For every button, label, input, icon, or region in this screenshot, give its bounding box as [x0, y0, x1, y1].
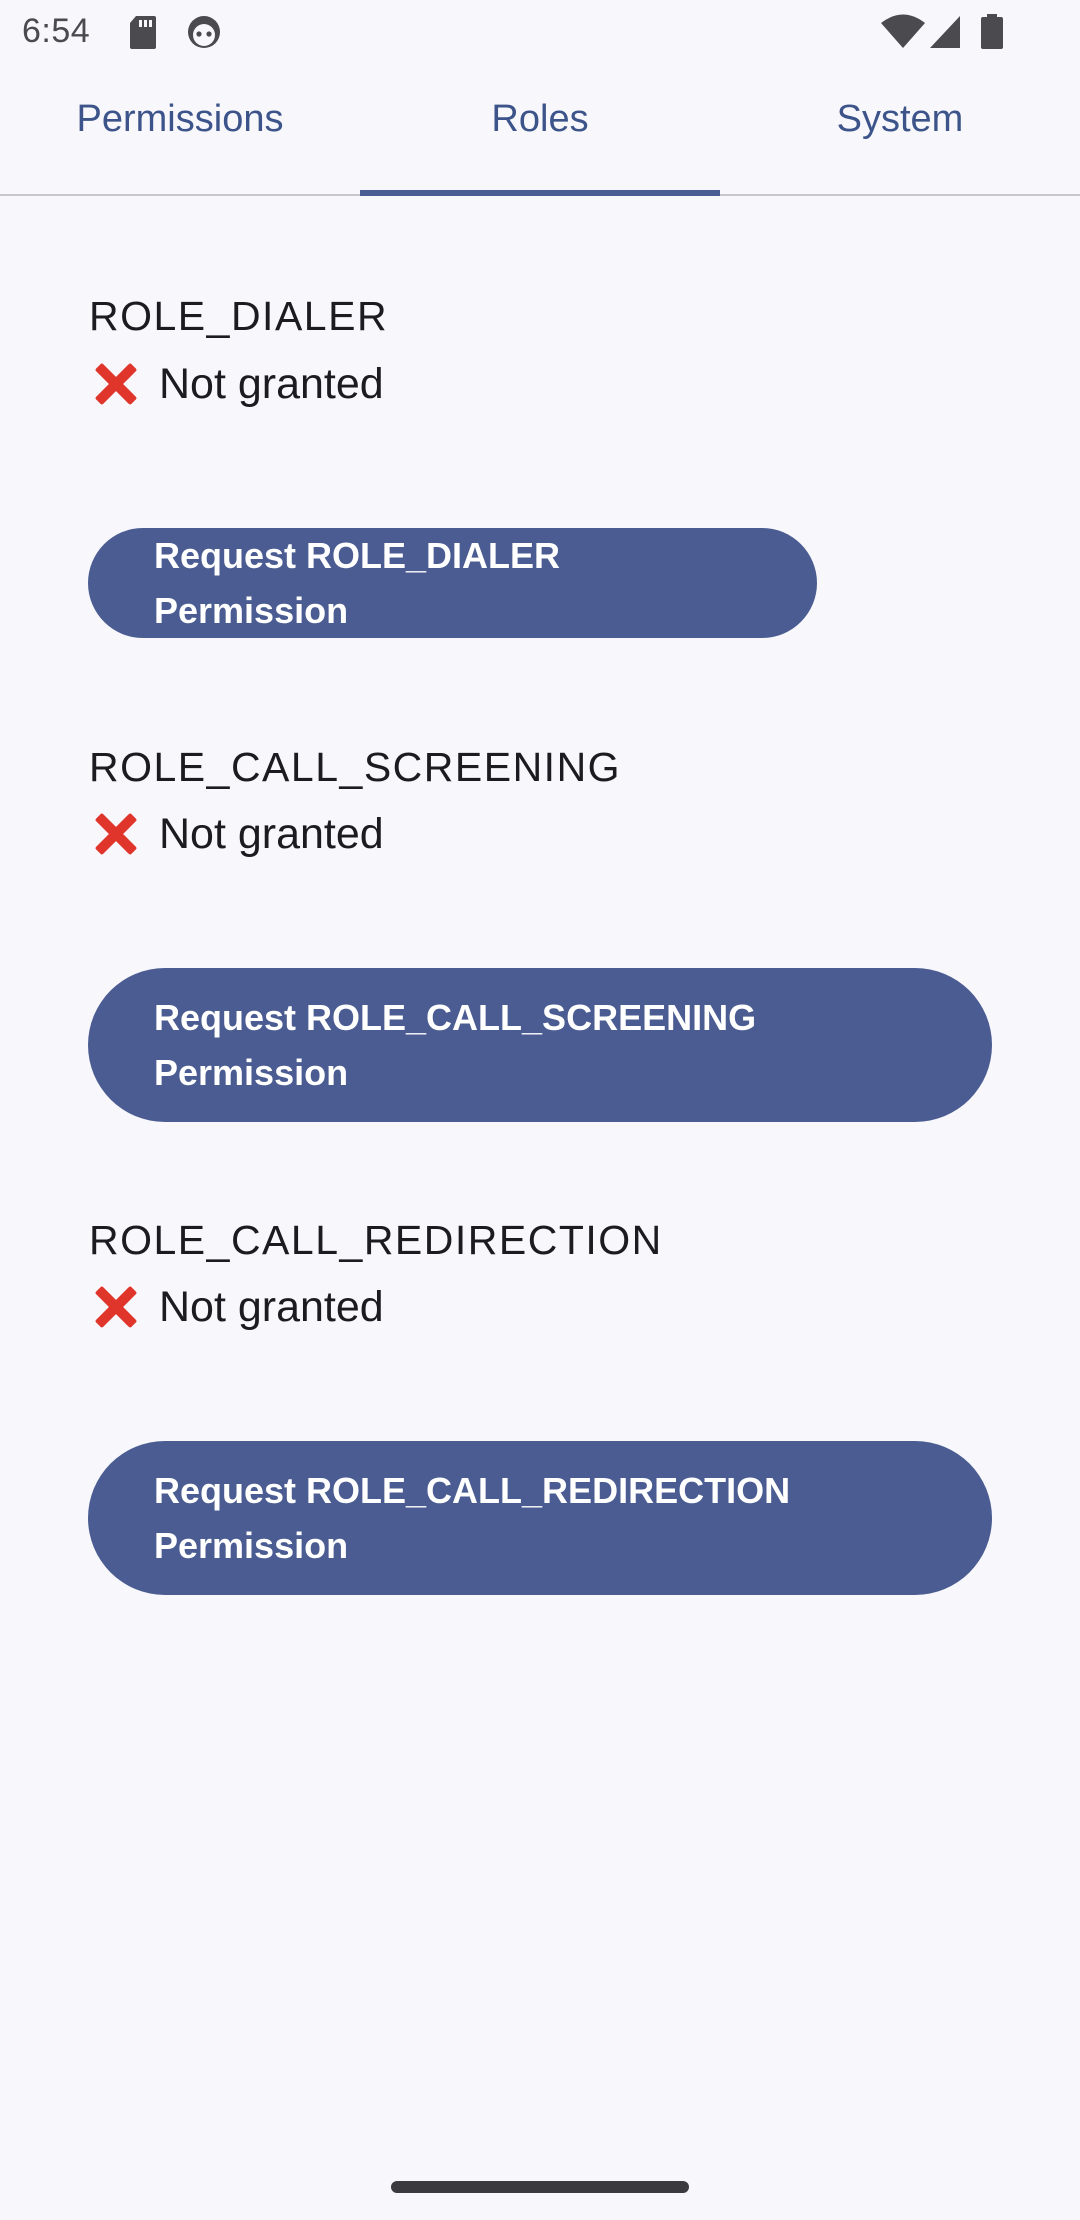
tab-system[interactable]: System: [720, 66, 1080, 194]
cross-mark-icon: [89, 1280, 143, 1334]
tab-bar: Permissions Roles System: [0, 66, 1080, 196]
role-status-call-redirection: Not granted: [89, 1280, 384, 1334]
android-face-icon: [186, 14, 222, 55]
request-role-call-screening-button[interactable]: Request ROLE_CALL_SCREENING Permission: [88, 968, 992, 1122]
tab-system-label: System: [836, 97, 964, 140]
wifi-icon: [880, 14, 926, 55]
request-role-dialer-button[interactable]: Request ROLE_DIALER Permission: [88, 528, 817, 638]
role-status-text: Not granted: [159, 359, 384, 408]
status-time: 6:54: [22, 12, 91, 50]
role-status-text: Not granted: [159, 1282, 384, 1331]
cross-mark-icon: [89, 357, 143, 411]
request-role-dialer-label: Request ROLE_DIALER Permission: [154, 535, 561, 631]
tab-permissions-label: Permissions: [76, 97, 284, 140]
cell-signal-icon: [928, 14, 962, 55]
request-role-call-screening-label: Request ROLE_CALL_SCREENING Permission: [154, 997, 757, 1093]
role-status-text: Not granted: [159, 809, 384, 858]
status-bar: 6:54: [0, 0, 1080, 66]
request-role-call-redirection-label: Request ROLE_CALL_REDIRECTION Permission: [154, 1470, 791, 1566]
role-name-dialer: ROLE_DIALER: [89, 293, 389, 339]
sd-card-icon: [128, 14, 158, 55]
role-name-call-screening: ROLE_CALL_SCREENING: [89, 744, 622, 790]
role-name-call-redirection: ROLE_CALL_REDIRECTION: [89, 1217, 663, 1263]
battery-icon: [980, 14, 1004, 55]
tab-roles-label: Roles: [491, 97, 589, 140]
role-status-call-screening: Not granted: [89, 807, 384, 861]
home-gesture-handle[interactable]: [391, 2181, 689, 2193]
tab-roles[interactable]: Roles: [360, 66, 720, 196]
request-role-call-redirection-button[interactable]: Request ROLE_CALL_REDIRECTION Permission: [88, 1441, 992, 1595]
role-status-dialer: Not granted: [89, 357, 384, 411]
cross-mark-icon: [89, 807, 143, 861]
tab-permissions[interactable]: Permissions: [0, 66, 360, 194]
